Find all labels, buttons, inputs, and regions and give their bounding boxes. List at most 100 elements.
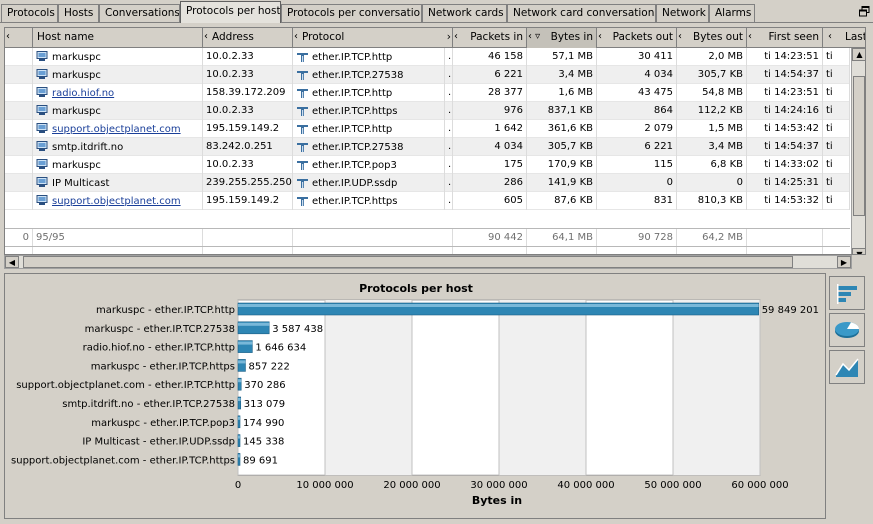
summary-packets-out: 90 728 xyxy=(597,229,677,247)
host-name: markuspc xyxy=(52,52,101,63)
tab-hosts[interactable]: Hosts xyxy=(58,4,99,22)
protocol-icon xyxy=(297,125,308,134)
tab-network-cards[interactable]: Network cards xyxy=(422,4,507,22)
table-row[interactable]: support.objectplanet.com 195.159.149.2 eth… xyxy=(5,120,850,138)
cell-packets-out: 0 xyxy=(597,174,677,192)
category-label: IP Multicast - ether.IP.UDP.ssdp xyxy=(82,437,235,448)
column-header-address[interactable]: ‹ Address xyxy=(203,28,293,48)
table-row[interactable]: markuspc 10.0.2.33 ether.IP.TCP.http..46 1… xyxy=(5,48,850,66)
pie-chart-button[interactable] xyxy=(829,313,865,347)
cell-last: ti xyxy=(823,156,850,174)
filter-cell-index[interactable] xyxy=(5,247,33,254)
table-row[interactable]: markuspc 10.0.2.33 ether.IP.TCP.27538..6 2… xyxy=(5,66,850,84)
host-link[interactable]: support.objectplanet.com xyxy=(52,124,181,135)
bar-chart-button[interactable] xyxy=(829,276,865,310)
column-header-packets-out-label: Packets out xyxy=(612,31,673,43)
filter-cell-protocol[interactable] xyxy=(293,247,453,254)
category-label: markuspc - ether.IP.TCP.https xyxy=(91,361,235,372)
scroll-down-button[interactable]: ▼ xyxy=(852,248,865,254)
filter-cell-first-seen[interactable] xyxy=(747,247,823,254)
vertical-scroll-thumb[interactable] xyxy=(853,76,865,216)
category-label: support.objectplanet.com - ether.IP.TCP.… xyxy=(11,455,235,466)
column-header-host-name[interactable]: Host name xyxy=(33,28,203,48)
table-row[interactable]: smtp.itdrift.no 83.242.0.251 ether.IP.TCP.… xyxy=(5,138,850,156)
cell-packets-in: 976 xyxy=(453,102,527,120)
filter-cell-packets-in[interactable] xyxy=(453,247,527,254)
table-row[interactable]: markuspc10.0.2.33ether.IP.TCP.pop3..1751… xyxy=(5,156,850,174)
tab-network-card-conversations[interactable]: Network card conversations xyxy=(507,4,656,22)
protocol-icon xyxy=(297,161,308,170)
filter-cell-packets-out[interactable] xyxy=(597,247,677,254)
scroll-left-button[interactable]: ◀ xyxy=(5,256,19,268)
cell-first-seen: ti 14:54:37 xyxy=(747,66,823,84)
cell-packets-out: 4 034 xyxy=(597,66,677,84)
filter-cell-address[interactable] xyxy=(203,247,293,254)
tab-protocols-per-host[interactable]: Protocols per host xyxy=(180,1,281,23)
column-header-last[interactable]: ‹ Last xyxy=(823,28,866,48)
category-label: smtp.itdrift.no - ether.IP.TCP.27538 xyxy=(62,399,235,410)
cell-protocol: ether.IP.TCP.http xyxy=(293,120,445,138)
tab-alarms[interactable]: Alarms xyxy=(709,4,755,22)
bar-highlight xyxy=(238,379,242,383)
cell-protocol: ether.IP.TCP.http xyxy=(293,48,445,66)
category-label: markuspc - ether.IP.TCP.http xyxy=(96,305,235,316)
column-header-last-label: Last xyxy=(845,31,866,43)
tab-conversations[interactable]: Conversations xyxy=(99,4,180,22)
chart-panel: Protocols per host 0 10 000 000 20 000 000… xyxy=(4,273,826,519)
cell-dots: .. xyxy=(445,138,453,156)
vertical-scrollbar[interactable]: ▲ ▼ xyxy=(851,48,865,254)
cell-packets-in: 6 221 xyxy=(453,66,527,84)
cell-dots: .. xyxy=(445,48,453,66)
cell-packets-in: 286 xyxy=(453,174,527,192)
bar-chart-icon xyxy=(837,284,857,304)
horizontal-scroll-thumb[interactable] xyxy=(23,256,793,268)
table-header: ‹ Host name ‹ Address ‹ Protocol › ‹ Packets… xyxy=(5,28,866,48)
column-selector[interactable]: ‹ xyxy=(5,28,33,48)
bar-value-label: 313 079 xyxy=(244,399,285,410)
maximize-icon[interactable] xyxy=(859,6,870,17)
column-header-bytes-out[interactable]: ‹ Bytes out xyxy=(677,28,747,48)
scroll-up-button[interactable]: ▲ xyxy=(852,48,865,61)
summary-protocol xyxy=(293,229,453,247)
horizontal-scrollbar[interactable]: ◀ ▶ xyxy=(4,255,852,269)
cell-last: ti xyxy=(823,138,850,156)
filter-cell-host[interactable] xyxy=(33,247,203,254)
table-row[interactable]: IP Multicast 239.255.255.250 ether.IP.UDP.… xyxy=(5,174,850,192)
row-index-cell xyxy=(5,192,33,210)
cell-bytes-in: 1,6 MB xyxy=(527,84,597,102)
grid-band xyxy=(325,300,412,476)
cell-dots: .. xyxy=(445,156,453,174)
column-header-packets-out[interactable]: ‹ Packets out xyxy=(597,28,677,48)
host-link[interactable]: radio.hiof.no xyxy=(52,88,114,99)
tab-protocols[interactable]: Protocols xyxy=(1,4,58,22)
column-header-protocol[interactable]: ‹ Protocol › xyxy=(293,28,453,48)
protocol-name: ether.IP.TCP.http xyxy=(312,88,393,99)
column-header-bytes-out-label: Bytes out xyxy=(693,31,743,43)
cell-bytes-in: 837,1 KB xyxy=(527,102,597,120)
bar-value-label: 145 338 xyxy=(243,437,284,448)
table-row[interactable]: markuspc 10.0.2.33 ether.IP.TCP.https..976… xyxy=(5,102,850,120)
tab-protocols-per-conversation[interactable]: Protocols per conversation xyxy=(281,4,422,22)
filter-row[interactable] xyxy=(5,246,850,254)
line-chart-button[interactable] xyxy=(829,350,865,384)
bar-value-label: 1 646 634 xyxy=(255,343,306,354)
column-header-bytes-in[interactable]: ‹ ▿ Bytes in xyxy=(527,28,597,48)
table-row[interactable]: radio.hiof.no 158.39.172.209 ether.IP.TCP.… xyxy=(5,84,850,102)
host-link[interactable]: support.objectplanet.com xyxy=(52,196,181,207)
column-header-packets-in[interactable]: ‹ Packets in xyxy=(453,28,527,48)
scroll-right-button[interactable]: ▶ xyxy=(837,256,851,268)
row-index-cell xyxy=(5,138,33,156)
table-row[interactable]: support.objectplanet.com 195.159.149.2 eth… xyxy=(5,192,850,210)
cell-packets-out: 115 xyxy=(597,156,677,174)
cell-bytes-out: 810,3 KB xyxy=(677,192,747,210)
filter-cell-bytes-in[interactable] xyxy=(527,247,597,254)
tab-network[interactable]: Network xyxy=(656,4,709,22)
column-header-protocol-label: Protocol xyxy=(302,31,345,43)
protocol-name: ether.IP.TCP.https xyxy=(312,106,398,117)
column-header-first-seen[interactable]: ‹ First seen xyxy=(747,28,823,48)
cell-address: 10.0.2.33 xyxy=(203,66,293,84)
category-label: radio.hiof.no - ether.IP.TCP.http xyxy=(83,343,235,354)
bar-chart: 0 10 000 000 20 000 000 30 000 000 40 000 00… xyxy=(11,299,819,507)
filter-cell-bytes-out[interactable] xyxy=(677,247,747,254)
cell-host: markuspc xyxy=(33,66,203,84)
